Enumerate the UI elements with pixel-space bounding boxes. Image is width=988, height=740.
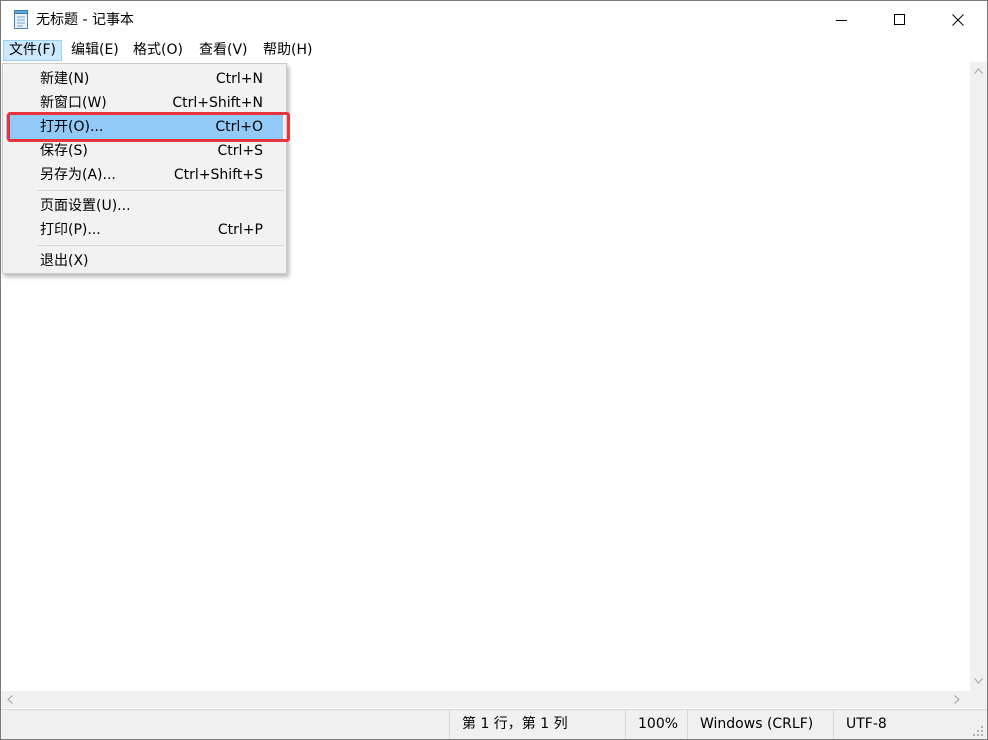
scroll-up-icon[interactable] (974, 68, 983, 74)
maximize-icon (894, 14, 905, 25)
status-line-ending: Windows (CRLF) (687, 710, 833, 739)
status-position: 第 1 行，第 1 列 (449, 710, 625, 739)
menu-edit[interactable]: 编辑(E) (65, 40, 125, 61)
horizontal-scrollbar[interactable] (1, 691, 970, 708)
menu-file[interactable]: 文件(F) (3, 40, 62, 61)
title-bar[interactable]: 无标题 - 记事本 (1, 1, 987, 39)
file-menu-dropdown: 新建(N) Ctrl+N 新窗口(W) Ctrl+Shift+N 打开(O)..… (2, 63, 287, 274)
menu-item-label: 保存(S) (40, 143, 88, 159)
status-bar: 第 1 行，第 1 列 100% Windows (CRLF) UTF-8 (1, 709, 987, 739)
menu-bar: 文件(F) 编辑(E) 格式(O) 查看(V) 帮助(H) (1, 39, 987, 62)
menu-item-shortcut: Ctrl+N (215, 71, 263, 87)
scroll-down-icon[interactable] (974, 678, 983, 684)
vertical-scrollbar[interactable] (970, 62, 987, 691)
menu-item-label: 另存为(A)... (40, 167, 116, 183)
menu-item-label: 退出(X) (40, 253, 89, 269)
window-title: 无标题 - 记事本 (36, 12, 134, 28)
scroll-left-icon[interactable] (7, 695, 13, 704)
menu-item-label: 页面设置(U)... (40, 198, 131, 214)
resize-grip-icon[interactable] (973, 726, 984, 737)
menu-item-shortcut: Ctrl+P (217, 222, 263, 238)
menu-item-print[interactable]: 打印(P)... Ctrl+P (6, 218, 283, 242)
menu-item-new[interactable]: 新建(N) Ctrl+N (6, 67, 283, 91)
menu-item-page-setup[interactable]: 页面设置(U)... (6, 194, 283, 218)
menu-item-save[interactable]: 保存(S) Ctrl+S (6, 139, 283, 163)
menu-help[interactable]: 帮助(H) (257, 40, 318, 61)
menu-item-label: 打印(P)... (40, 222, 101, 238)
menu-view[interactable]: 查看(V) (193, 40, 254, 61)
menu-separator (37, 190, 284, 191)
notepad-icon (14, 10, 28, 29)
annotation-highlight-box (7, 112, 290, 142)
menu-item-shortcut: Ctrl+S (217, 143, 263, 159)
scroll-right-icon[interactable] (954, 695, 960, 704)
close-icon (952, 14, 964, 26)
menu-item-exit[interactable]: 退出(X) (6, 249, 283, 273)
menu-separator (37, 245, 284, 246)
menu-format[interactable]: 格式(O) (127, 40, 189, 61)
menu-item-shortcut: Ctrl+Shift+S (173, 167, 263, 183)
status-encoding: UTF-8 (833, 710, 969, 739)
status-zoom: 100% (625, 710, 687, 739)
menu-item-label: 新建(N) (40, 71, 90, 87)
scrollbar-corner (970, 691, 987, 708)
minimize-button[interactable] (813, 1, 871, 39)
menu-item-save-as[interactable]: 另存为(A)... Ctrl+Shift+S (6, 163, 283, 187)
maximize-button[interactable] (871, 1, 929, 39)
notepad-window: 无标题 - 记事本 文件(F) 编辑(E) 格式(O) 查看(V) 帮助(H) (0, 0, 988, 740)
minimize-icon (836, 20, 847, 21)
close-button[interactable] (929, 1, 987, 39)
